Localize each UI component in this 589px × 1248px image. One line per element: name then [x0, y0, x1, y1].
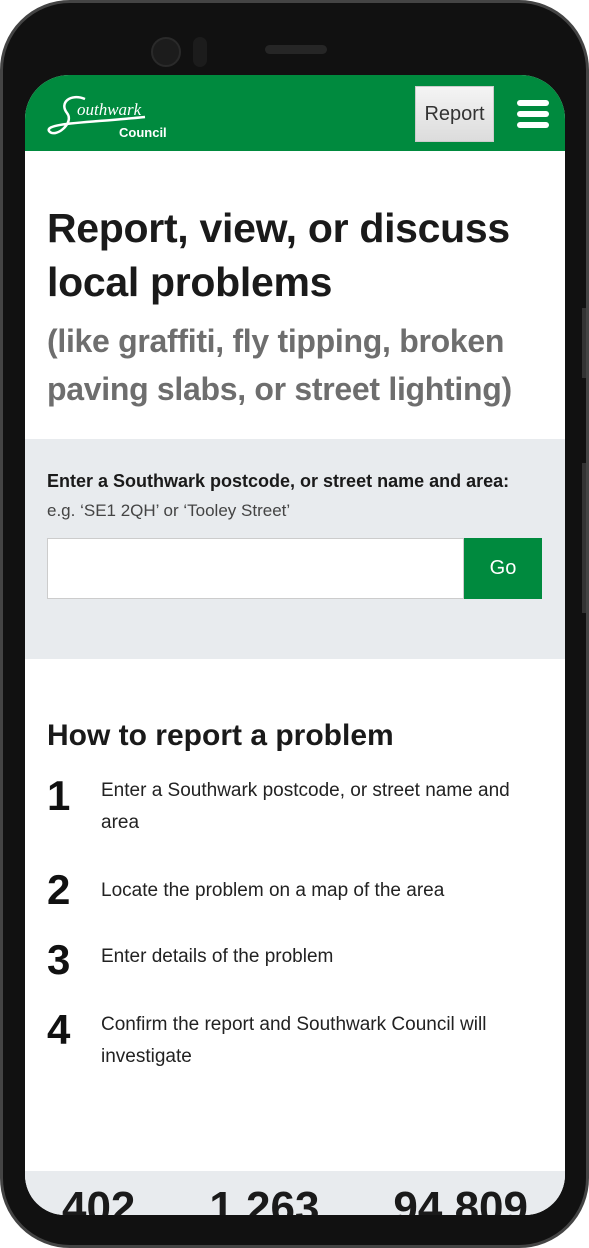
page-subtitle: (like graffiti, fly tipping, broken pavi…: [47, 323, 512, 407]
svg-text:outhwark: outhwark: [77, 100, 142, 119]
step-text: Enter details of the problem: [101, 946, 334, 967]
svg-text:Council: Council: [119, 125, 167, 140]
step-number: 2: [47, 866, 71, 913]
stat-value: 402: [61, 1183, 136, 1215]
site-header: outhwark Council Report: [25, 75, 565, 151]
sensor: [193, 37, 207, 67]
step-text: Enter a Southwark postcode, or street na…: [101, 780, 510, 833]
screen: outhwark Council Report Report, view, or…: [25, 75, 565, 1215]
page-title: Report, view, or discuss local problems: [47, 205, 510, 305]
how-to-title: How to report a problem: [47, 719, 394, 752]
postcode-input[interactable]: [47, 538, 464, 599]
step-number: 4: [47, 1006, 71, 1053]
search-label: Enter a Southwark postcode, or street na…: [47, 471, 510, 491]
step-number: 1: [47, 772, 71, 819]
step-item: 1 Enter a Southwark postcode, or street n…: [47, 771, 543, 839]
stat-value: 94,809: [393, 1183, 528, 1215]
camera: [151, 37, 181, 67]
step-text: Locate the problem on a map of the area: [101, 880, 445, 901]
side-button: [582, 463, 586, 613]
step-item: 2 Locate the problem on a map of the area: [47, 865, 543, 915]
stat-value: 1,263: [209, 1183, 320, 1215]
step-item: 3 Enter details of the problem: [47, 935, 543, 985]
go-button[interactable]: Go: [464, 538, 542, 599]
search-section: Enter a Southwark postcode, or street na…: [25, 439, 565, 659]
hamburger-icon[interactable]: [517, 100, 549, 128]
step-number: 3: [47, 936, 71, 983]
step-text: Confirm the report and Southwark Council…: [101, 1014, 487, 1067]
step-item: 4 Confirm the report and Southwark Counci…: [47, 1005, 543, 1073]
search-hint: e.g. ‘SE1 2QH’ or ‘Tooley Street’: [47, 501, 291, 520]
southwark-council-logo[interactable]: outhwark Council: [45, 87, 175, 143]
report-button[interactable]: Report: [415, 86, 494, 142]
speaker: [265, 45, 327, 54]
phone-frame: outhwark Council Report Report, view, or…: [0, 0, 589, 1248]
side-button: [582, 308, 586, 378]
stats-band: 402 1,263 94,809: [25, 1171, 565, 1215]
